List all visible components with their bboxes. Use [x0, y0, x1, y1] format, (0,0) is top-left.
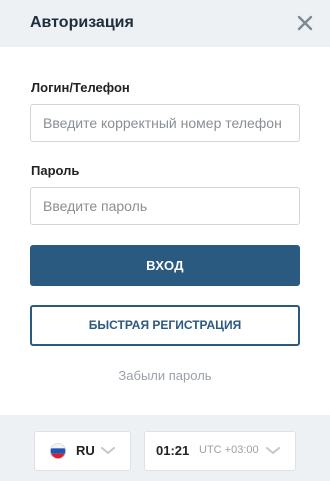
current-time: 01:21 — [156, 443, 190, 458]
login-label: Логин/Телефон — [31, 80, 130, 95]
login-field-wrapper — [30, 104, 300, 142]
timezone-label: UTC +03:00 — [199, 444, 259, 456]
language-code: RU — [76, 443, 95, 458]
login-input[interactable] — [31, 105, 299, 141]
modal-title: Авторизация — [30, 14, 134, 31]
password-field-wrapper — [30, 187, 300, 225]
chevron-down-icon — [101, 447, 115, 455]
language-select[interactable]: RU — [34, 431, 131, 471]
modal-header: Авторизация — [0, 0, 330, 47]
login-button[interactable]: ВХОД — [30, 245, 300, 286]
close-button[interactable] — [293, 11, 317, 35]
russia-flag-icon — [50, 443, 66, 459]
password-input[interactable] — [31, 188, 299, 224]
auth-modal: Авторизация Логин/Телефон Пароль ВХОД БЫ… — [0, 0, 330, 481]
time-select[interactable]: 01:21 UTC +03:00 — [144, 431, 296, 471]
quick-registration-button[interactable]: БЫСТРАЯ РЕГИСТРАЦИЯ — [30, 305, 300, 346]
forgot-password-link[interactable]: Забыли пароль — [0, 368, 330, 383]
modal-footer: RU 01:21 UTC +03:00 — [0, 415, 330, 481]
password-label: Пароль — [31, 163, 80, 178]
close-icon — [297, 15, 313, 31]
chevron-down-icon — [266, 447, 280, 455]
